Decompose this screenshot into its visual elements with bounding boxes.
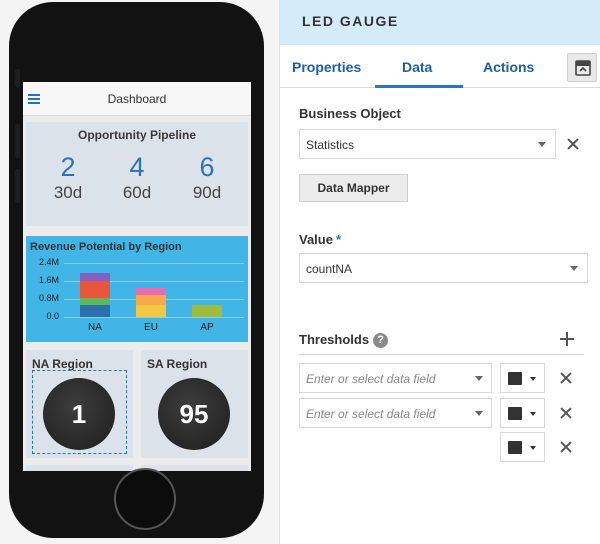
remove-threshold-icon[interactable] [559,440,573,454]
phone-silent-switch [15,69,20,87]
bar-segment-eu [136,294,166,305]
bar-segment-eu [136,287,166,295]
led-gauge-value: 1 [43,378,115,450]
value-label: Value * [299,232,341,247]
phone-home-button [114,468,176,530]
x-tick-label: NA [88,322,102,333]
chevron-down-icon [530,412,536,416]
business-object-value: Statistics [306,138,355,152]
remove-threshold-icon[interactable] [559,406,573,420]
add-threshold-icon[interactable] [560,332,574,346]
y-tick-label: 1.6M [38,275,59,285]
phone-screen: Dashboard Opportunity Pipeline 2 30d 4 6… [23,82,251,471]
bar-segment-na [80,281,110,298]
active-tab-indicator [375,85,463,88]
properties-panel: LED GAUGE Properties Data Actions Busine… [280,0,600,544]
revenue-chart-tile[interactable]: Revenue Potential by Region 2.4M 1.6M 0.… [26,236,248,342]
panel-title: LED GAUGE [302,13,399,29]
phone-volume-up-button [15,124,20,158]
tab-actions[interactable]: Actions [483,59,534,75]
pipeline-metric-30d[interactable]: 2 30d [38,152,98,204]
threshold-color-picker[interactable] [500,398,545,428]
business-object-select[interactable]: Statistics [299,129,556,159]
panel-toggle-button[interactable] [567,53,597,82]
chevron-down-icon [538,142,546,147]
na-region-tile[interactable]: NA Region 1 [26,350,133,458]
app-root: Dashboard Opportunity Pipeline 2 30d 4 6… [0,0,600,544]
help-icon[interactable]: ? [373,333,389,348]
pipeline-metric-60d[interactable]: 4 60d [107,152,167,204]
thresholds-label-text: Thresholds [299,332,370,347]
pipeline-title: Opportunity Pipeline [77,128,196,142]
metric-count: 4 [129,152,145,182]
phone-volume-down-button [15,169,20,203]
metric-label: 90d [192,183,222,202]
value-label-text: Value [299,232,333,247]
x-tick-label: AP [200,322,214,333]
threshold-field-placeholder: Enter or select data field [306,372,436,386]
y-tick-label: 0.0 [46,311,59,321]
color-swatch [508,372,522,385]
data-mapper-button[interactable]: Data Mapper [299,174,408,202]
required-asterisk: * [335,232,342,247]
metric-count: 6 [199,152,215,182]
additional-tile[interactable] [26,465,133,471]
bar-segment-ap [192,304,222,317]
chevron-down-icon [570,266,578,271]
collapse-panel-icon [575,60,591,76]
x-tick-label: EU [144,322,158,333]
sa-region-tile[interactable]: SA Region 95 [141,350,248,458]
threshold-field-placeholder: Enter or select data field [306,407,436,421]
chevron-down-icon [475,376,483,381]
chevron-down-icon [530,446,536,450]
business-object-label: Business Object [299,106,401,121]
led-gauge-value: 95 [158,378,230,450]
opportunity-pipeline-tile[interactable]: Opportunity Pipeline 2 30d 4 60d 6 90d [26,122,248,226]
value-select-value: countNA [306,262,353,276]
chevron-down-icon [475,411,483,416]
chart-gridline [64,317,244,318]
device-preview-area: Dashboard Opportunity Pipeline 2 30d 4 6… [0,0,280,544]
revenue-chart-title: Revenue Potential by Region [30,241,182,253]
threshold-color-picker[interactable] [500,432,545,462]
region-title: SA Region [147,357,208,371]
threshold-field-select[interactable]: Enter or select data field [299,398,492,428]
thresholds-label: Thresholds? [299,332,389,348]
metric-label: 60d [122,183,152,202]
remove-threshold-icon[interactable] [559,371,573,385]
bar-segment-na [80,273,110,281]
color-swatch [508,407,522,420]
threshold-color-picker[interactable] [500,363,545,393]
color-swatch [508,441,522,454]
bar-segment-na [80,304,110,317]
metric-count: 2 [60,152,76,182]
chart-gridline [64,263,244,264]
y-tick-label: 2.4M [38,257,59,267]
panel-header: LED GAUGE [280,0,600,45]
bar-segment-na [80,297,110,305]
bar-segment-eu [136,304,166,317]
chevron-down-icon [530,377,536,381]
value-select[interactable]: countNA [299,253,588,283]
y-tick-label: 0.8M [38,293,59,303]
app-title: Dashboard [107,92,167,106]
metric-label: 30d [53,183,83,202]
thresholds-divider [299,354,584,355]
tab-data[interactable]: Data [402,59,432,75]
panel-tabs: Properties Data Actions [280,45,600,88]
region-title: NA Region [32,357,93,371]
pipeline-metric-90d[interactable]: 6 90d [177,152,237,204]
tab-properties[interactable]: Properties [292,59,361,75]
threshold-field-select[interactable]: Enter or select data field [299,363,492,393]
app-header: Dashboard [23,82,251,116]
clear-business-object-icon[interactable] [566,137,580,151]
phone-frame: Dashboard Opportunity Pipeline 2 30d 4 6… [9,2,264,538]
